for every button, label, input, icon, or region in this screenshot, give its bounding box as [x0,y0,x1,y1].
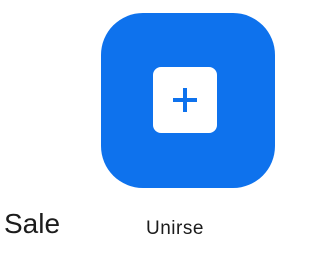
sale-label: Sale [4,208,61,239]
join-label: Unirse [146,218,204,239]
plus-icon [153,67,217,133]
join-button[interactable] [101,13,275,188]
